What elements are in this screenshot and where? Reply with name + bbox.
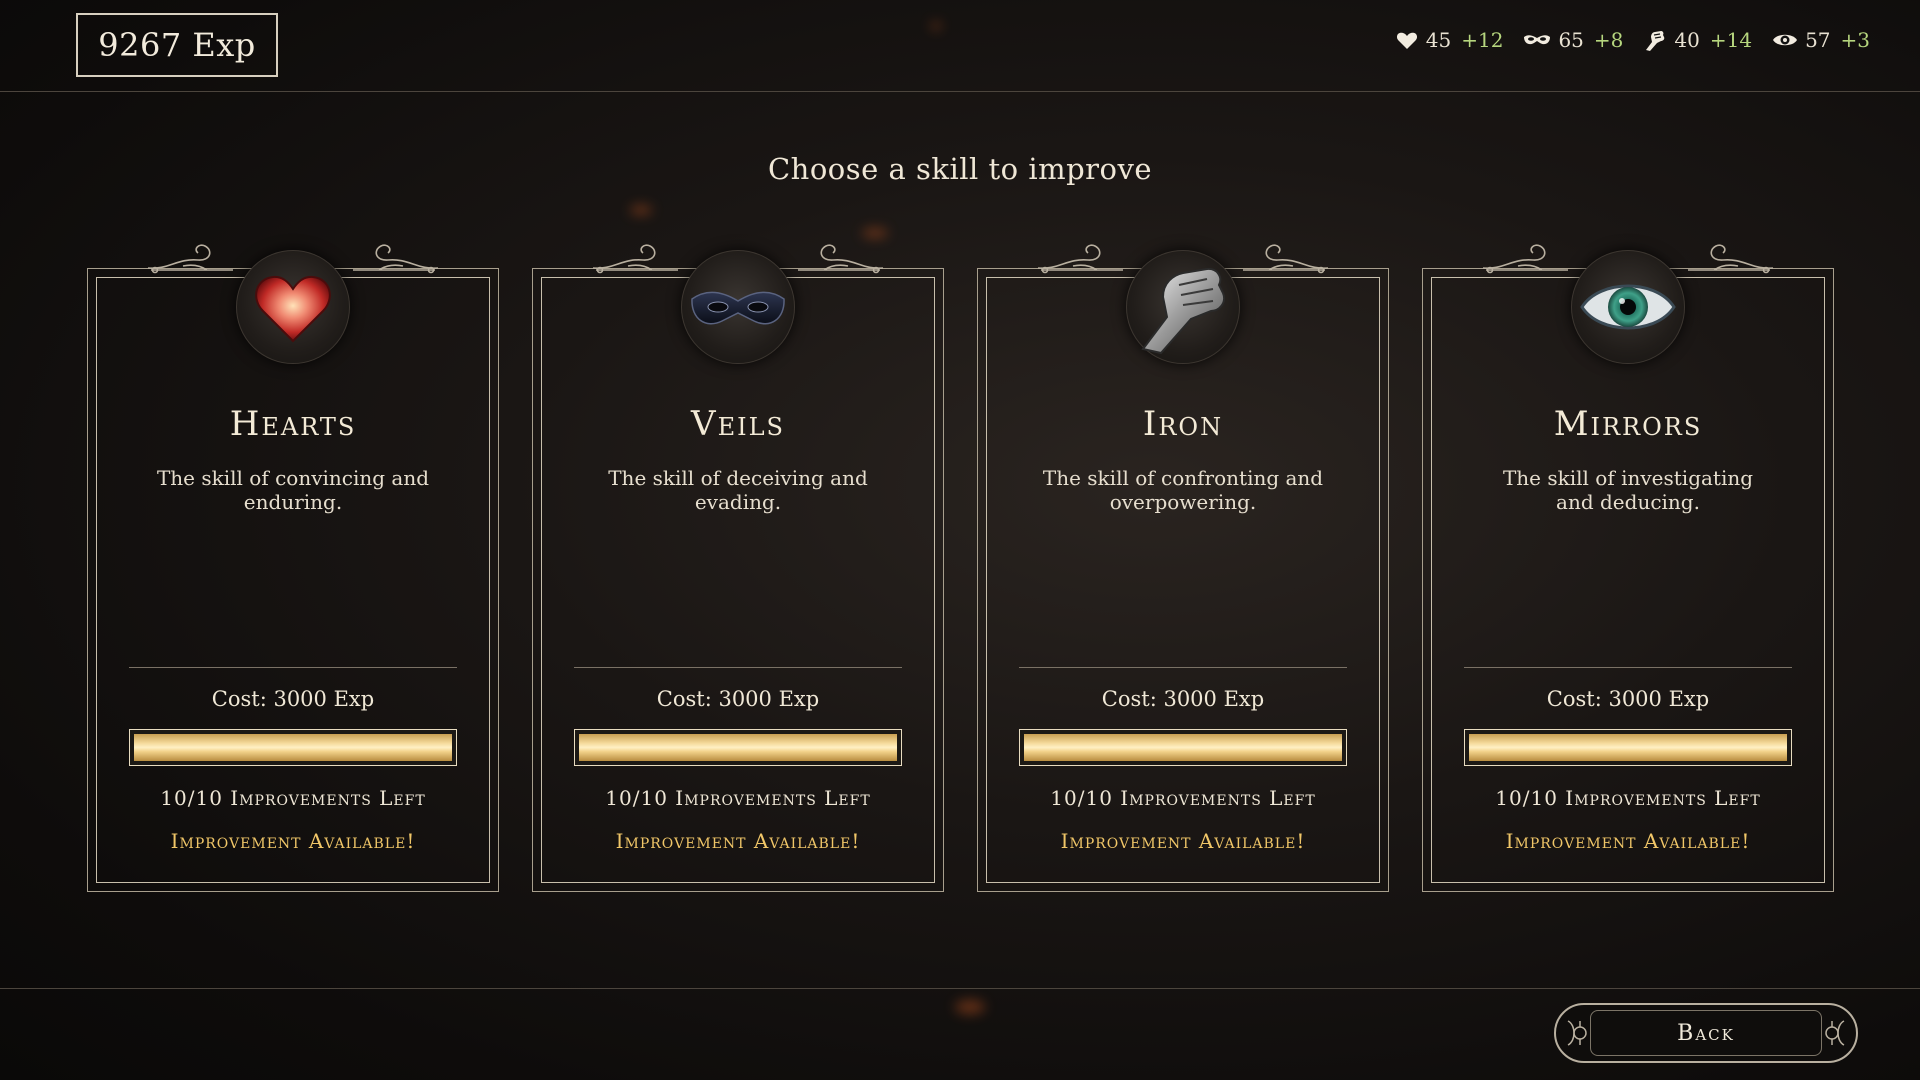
skill-name: Veils [691,404,785,444]
improvement-progress-bar [1464,729,1792,766]
heart-icon [1396,32,1417,49]
card-divider [1019,667,1347,668]
skill-card-hearts[interactable]: Hearts The skill of convincing and endur… [87,244,499,892]
skill-medallion [236,250,350,364]
skill-medallion [681,250,795,364]
stat-value: 40 [1674,28,1700,52]
stat-mirrors: 57 +3 [1772,28,1870,52]
progress-fill [134,734,452,761]
skill-cost: Cost: 3000 Exp [656,687,820,711]
improvements-left: 10/10 Improvements Left [1495,786,1761,810]
fist-icon [1646,31,1665,51]
back-button-label: Back [1677,1020,1735,1046]
stat-bonus: +14 [1709,28,1753,52]
top-bar: 9267 Exp 45 +12 65 +8 40 +14 57 +3 [0,0,1920,92]
stat-bonus: +3 [1840,28,1870,52]
card-divider [1464,667,1792,668]
skill-cost: Cost: 3000 Exp [211,687,375,711]
eye-icon [1580,284,1676,330]
improvement-progress-bar [1019,729,1347,766]
skill-cost: Cost: 3000 Exp [1546,687,1710,711]
skill-name: Iron [1142,404,1224,444]
page-heading: Choose a skill to improve [767,152,1153,186]
skill-description: The skill of convincing and enduring. [156,466,430,514]
stat-value: 57 [1805,28,1831,52]
skill-medallion [1126,250,1240,364]
progress-fill [579,734,897,761]
skill-card-veils[interactable]: Veils The skill of deceiving and evading… [532,244,944,892]
stat-veils: 65 +8 [1523,28,1623,52]
stat-bonus: +12 [1461,28,1504,52]
eye-icon [1773,34,1798,46]
stats-bar: 45 +12 65 +8 40 +14 57 +3 [1395,28,1870,52]
fist-icon [1141,267,1225,355]
card-divider [129,667,457,668]
progress-fill [1024,734,1342,761]
improvement-progress-bar [129,729,457,766]
skill-description: The skill of investigating and deducing. [1502,466,1754,514]
skill-name: Hearts [229,404,357,444]
experience-counter: 9267 Exp [76,13,278,77]
improvement-progress-bar [574,729,902,766]
stat-value: 65 [1558,28,1584,52]
ornament-left-icon [1567,1020,1587,1046]
mask-icon [1524,35,1551,45]
skill-description: The skill of deceiving and evading. [608,466,868,514]
stat-value: 45 [1425,28,1452,52]
mask-icon [691,291,785,325]
stat-bonus: +8 [1593,28,1624,52]
background-ember [630,205,652,215]
skill-card-mirrors[interactable]: Mirrors The skill of investigating and d… [1422,244,1834,892]
progress-fill [1469,734,1787,761]
improvement-status[interactable]: Improvement Available! [977,829,1389,853]
improvements-left: 10/10 Improvements Left [1050,786,1316,810]
improvements-left: 10/10 Improvements Left [605,786,871,810]
improvement-status[interactable]: Improvement Available! [1422,829,1834,853]
stat-hearts: 45 +12 [1395,28,1504,52]
background-ember [955,1000,985,1014]
improvements-left: 10/10 Improvements Left [160,786,426,810]
stat-iron: 40 +14 [1643,28,1752,52]
improvement-status[interactable]: Improvement Available! [532,829,944,853]
footer-divider [0,988,1920,989]
card-divider [574,667,902,668]
back-button[interactable]: Back [1554,1003,1858,1063]
ornament-right-icon [1825,1020,1845,1046]
skill-cost: Cost: 3000 Exp [1101,687,1265,711]
skill-name: Mirrors [1553,404,1703,444]
skill-card-iron[interactable]: Iron The skill of confronting and overpo… [977,244,1389,892]
improvement-status[interactable]: Improvement Available! [87,829,499,853]
skill-medallion [1571,250,1685,364]
heart-icon [255,275,331,343]
skill-description: The skill of confronting and overpowerin… [1042,466,1324,514]
